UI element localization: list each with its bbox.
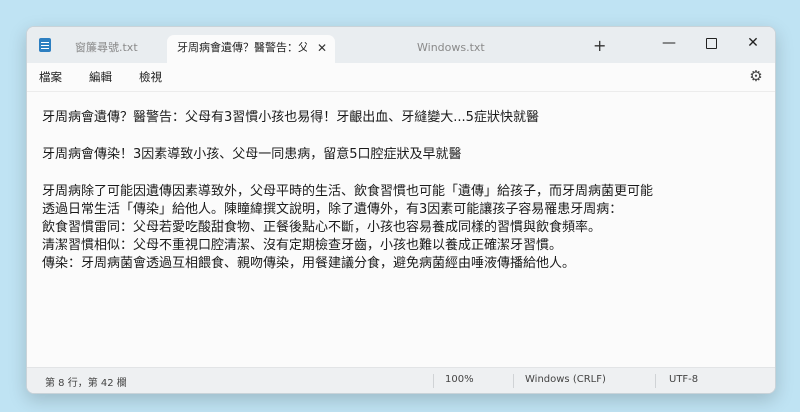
- new-tab-button[interactable]: +: [593, 36, 606, 55]
- cursor-position: 第 8 行，第 42 欄: [45, 378, 127, 389]
- text-line-3: 牙周病會傳染！3因素導致小孩、父母一同患病，留意5口腔症狀及早就醫: [42, 147, 462, 162]
- menu-bar: 檔案 編輯 檢視 ⚙: [27, 63, 775, 92]
- settings-gear-icon[interactable]: ⚙: [747, 67, 765, 85]
- menu-edit[interactable]: 編輯: [89, 69, 112, 85]
- menu-file[interactable]: 檔案: [39, 69, 62, 85]
- tab-file-1[interactable]: 窗簾尋號.txt: [75, 35, 165, 63]
- title-bar: 窗簾尋號.txt 牙周病會遺傳？醫警告：父 ✕ Windows.txt + — …: [27, 27, 775, 63]
- close-window-button[interactable]: ✕: [737, 31, 769, 55]
- text-line-8: 清潔習慣相似：父母不重視口腔清潔、沒有定期檢查牙齒，小孩也難以養成正確潔牙習慣。: [42, 238, 563, 253]
- notepad-app-icon: [39, 38, 51, 52]
- menu-view[interactable]: 檢視: [139, 69, 162, 85]
- tab-label: 牙周病會遺傳？醫警告：父: [177, 41, 307, 54]
- line-ending[interactable]: Windows (CRLF): [525, 374, 606, 385]
- notepad-window: 窗簾尋號.txt 牙周病會遺傳？醫警告：父 ✕ Windows.txt + — …: [26, 26, 776, 394]
- text-line-1: 牙周病會遺傳？醫警告：父母有3習慣小孩也易得！牙齦出血、牙縫變大...5症狀快就…: [42, 110, 539, 125]
- tab-label: Windows.txt: [417, 41, 485, 54]
- maximize-icon: [705, 37, 717, 49]
- encoding[interactable]: UTF-8: [669, 374, 698, 385]
- tab-active-file[interactable]: 牙周病會遺傳？醫警告：父 ✕: [167, 35, 335, 63]
- status-divider: [433, 374, 434, 388]
- text-editor-area[interactable]: 牙周病會遺傳？醫警告：父母有3習慣小孩也易得！牙齦出血、牙縫變大...5症狀快就…: [27, 92, 775, 362]
- maximize-button[interactable]: [695, 31, 727, 55]
- minimize-button[interactable]: —: [653, 31, 685, 55]
- status-divider: [513, 374, 514, 388]
- tab-windows-txt[interactable]: Windows.txt: [417, 35, 517, 63]
- status-bar: 第 8 行，第 42 欄 100% Windows (CRLF) UTF-8: [27, 367, 775, 393]
- text-line-6: 透過日常生活「傳染」給他人。陳瞳緯撰文說明，除了遺傳外，有3因素可能讓孩子容易罹…: [42, 202, 623, 217]
- text-line-9: 傳染：牙周病菌會透過互相餵食、親吻傳染，用餐建議分食，避免病菌經由唾液傳播給他人…: [42, 256, 576, 271]
- text-line-7: 飲食習慣雷同：父母若愛吃酸甜食物、正餐後點心不斷，小孩也容易養成同樣的習慣與飲食…: [42, 220, 602, 235]
- zoom-level[interactable]: 100%: [445, 374, 474, 385]
- text-line-5: 牙周病除了可能因遺傳因素導致外，父母平時的生活、飲食習慣也可能「遺傳」給孩子，而…: [42, 184, 654, 199]
- close-tab-icon[interactable]: ✕: [317, 35, 327, 61]
- tab-label: 窗簾尋號.txt: [75, 41, 138, 54]
- status-divider: [655, 374, 656, 388]
